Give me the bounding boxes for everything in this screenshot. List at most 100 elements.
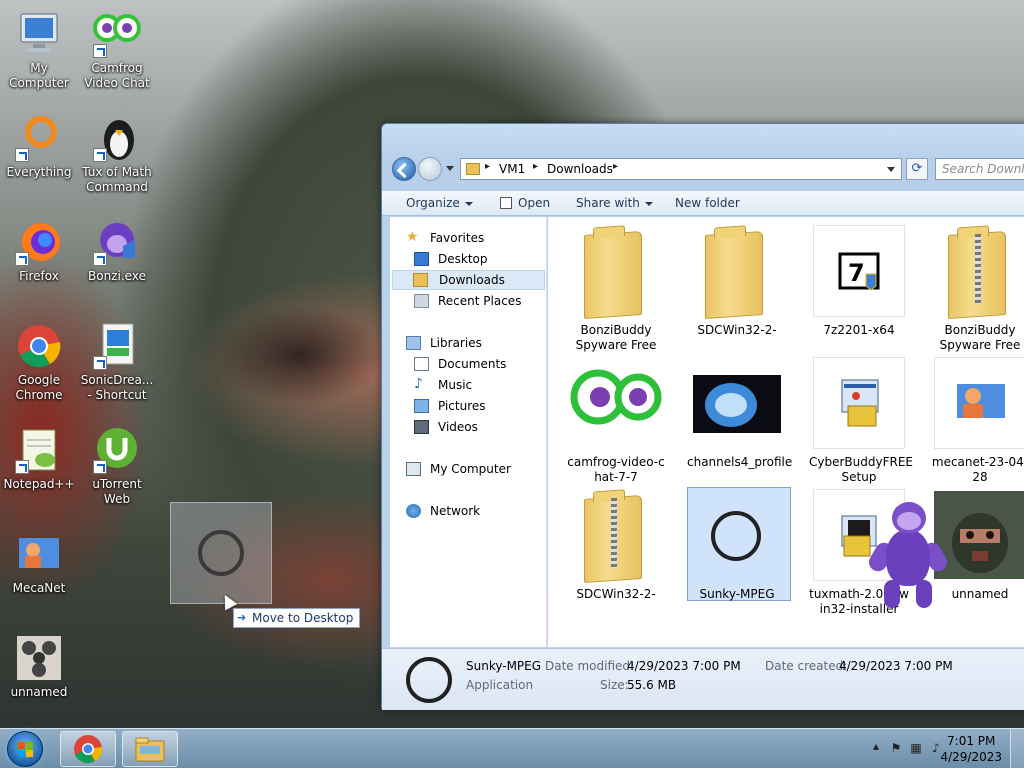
file-name: 7z2201-x64 <box>823 323 895 337</box>
chevron-right-icon: ▸ <box>613 161 619 172</box>
nav-item-videos[interactable]: Videos <box>414 418 544 438</box>
file-name: BonziBuddy Spyware Free <box>939 323 1021 352</box>
details-pane: Sunky-MPEG Application Date modified: 4/… <box>382 648 1024 710</box>
nav-label: Downloads <box>439 273 505 287</box>
file-item[interactable]: 7 7z2201-x64 <box>809 225 909 338</box>
details-file-name: Sunky-MPEG <box>466 659 542 673</box>
desktop-icon-my-computer[interactable]: My Computer <box>0 10 78 91</box>
taskbar-chrome-button[interactable] <box>60 731 116 767</box>
chevron-up-icon[interactable]: ▴ <box>868 739 884 755</box>
desktop-icon-unnamed[interactable]: unnamed <box>0 634 78 700</box>
utorrent-icon <box>93 426 141 474</box>
chevron-down-icon <box>464 201 473 206</box>
folder-icon <box>135 737 165 762</box>
taskbar-explorer-button[interactable] <box>122 731 178 767</box>
nav-item-pictures[interactable]: Pictures <box>414 397 544 417</box>
image-thumbnail <box>934 489 1024 581</box>
desktop-icon-chrome[interactable]: Google Chrome <box>0 322 78 403</box>
chevron-right-icon: ▸ <box>485 161 491 172</box>
start-button[interactable] <box>7 731 43 767</box>
file-item[interactable]: SDCWin32-2- <box>687 225 787 338</box>
action-center-icon[interactable]: ⚑ <box>888 741 904 757</box>
desktop-icon-sonicdream[interactable]: SonicDrea... - Shortcut <box>78 322 156 403</box>
address-bar[interactable]: ▸ VM1 ▸ Downloads ▸ <box>460 158 902 180</box>
star-icon: ★ <box>406 229 419 245</box>
file-name: BonziBuddy Spyware Free <box>575 323 657 352</box>
file-name: camfrog-video-chat-7-7 <box>567 455 665 484</box>
downloads-folder-icon <box>413 273 428 287</box>
file-item[interactable]: mecanet-23-04-28 <box>930 357 1024 485</box>
camfrog-icon <box>93 10 141 58</box>
file-item[interactable]: BonziBuddy Spyware Free <box>566 225 666 353</box>
folder-icon <box>584 230 642 320</box>
folder-icon <box>705 230 763 320</box>
new-folder-button[interactable]: New folder <box>675 196 740 210</box>
desktop-icon-label: Firefox <box>19 269 59 283</box>
back-button[interactable] <box>392 157 416 181</box>
image-icon <box>15 634 63 682</box>
nav-label: Pictures <box>438 399 486 413</box>
refresh-button[interactable]: ⟳ <box>906 158 928 180</box>
organize-button[interactable]: Organize <box>406 196 473 210</box>
open-icon <box>500 197 512 209</box>
clock-date: 4/29/2023 <box>940 750 1002 764</box>
desktop-icon-everything[interactable]: Everything <box>0 114 78 180</box>
desktop-icon-firefox[interactable]: Firefox <box>0 218 78 284</box>
ring-icon <box>406 657 452 703</box>
file-item-selected[interactable]: Sunky-MPEG <box>687 487 791 602</box>
nav-item-favorites[interactable]: ★ Favorites <box>406 229 536 249</box>
sonic-icon <box>93 322 141 370</box>
search-input[interactable]: Search Downloads <box>935 158 1024 180</box>
recent-pages-dropdown[interactable] <box>446 166 454 171</box>
breadcrumb-vm1[interactable]: VM1 <box>499 162 525 176</box>
desktop-icon-notepadpp[interactable]: Notepad++ <box>0 426 78 492</box>
nav-item-libraries[interactable]: Libraries <box>406 334 536 354</box>
network-icon[interactable]: ▦ <box>908 741 924 757</box>
desktop-icon-camfrog[interactable]: Camfrog Video Chat <box>78 10 156 91</box>
desktop-icon-label: uTorrent Web <box>92 477 142 506</box>
details-date-modified-label: Date modified: <box>545 659 635 673</box>
bonzibuddy-character[interactable] <box>865 502 951 612</box>
open-label: Open <box>518 196 551 210</box>
nav-item-recent-places[interactable]: Recent Places <box>414 292 544 312</box>
nav-label: Network <box>430 504 481 518</box>
nav-item-network[interactable]: Network <box>406 502 536 522</box>
file-item[interactable]: BonziBuddy Spyware Free <box>930 225 1024 353</box>
nav-item-downloads[interactable]: Downloads <box>392 270 545 290</box>
nav-item-documents[interactable]: Documents <box>414 355 544 375</box>
shortcut-arrow-icon <box>15 252 29 266</box>
navigation-pane: ★ Favorites Desktop Downloads Recent Pla… <box>390 217 547 647</box>
desktop-icon-mecanet[interactable]: MecaNet <box>0 530 78 596</box>
nav-label: Favorites <box>430 231 485 245</box>
breadcrumb-downloads[interactable]: Downloads <box>547 162 613 176</box>
file-list: BonziBuddy Spyware Free SDCWin32-2- 7 7z… <box>548 217 1024 647</box>
installer-icon <box>813 357 905 449</box>
open-button[interactable]: Open <box>500 196 550 210</box>
chevron-down-icon[interactable] <box>887 167 895 172</box>
desktop-icon-utorrent[interactable]: uTorrent Web <box>78 426 156 507</box>
forward-button[interactable] <box>418 157 442 181</box>
details-date-created: 4/29/2023 7:00 PM <box>839 659 953 673</box>
shortcut-arrow-icon <box>15 460 29 474</box>
file-item[interactable]: CyberBuddyFREE Setup <box>809 357 913 485</box>
file-item[interactable]: unnamed <box>930 489 1024 602</box>
show-desktop-button[interactable] <box>1010 729 1024 768</box>
file-item[interactable]: SDCWin32-2- <box>566 489 666 602</box>
desktop-icon-bonzi[interactable]: Bonzi.exe <box>78 218 156 284</box>
nav-item-desktop[interactable]: Desktop <box>414 250 544 270</box>
drag-tooltip: Move to Desktop <box>233 608 361 628</box>
nav-label: Music <box>438 378 473 392</box>
computer-icon <box>406 462 421 476</box>
explorer-window[interactable]: ▸ VM1 ▸ Downloads ▸ ⟳ Search Downloads O… <box>381 123 1024 710</box>
nav-item-my-computer[interactable]: My Computer <box>406 460 536 480</box>
file-item[interactable]: camfrog-video-chat-7-7 <box>566 357 666 485</box>
file-item[interactable]: channels4_profile <box>687 357 792 470</box>
share-with-button[interactable]: Share with <box>576 196 653 210</box>
desktop-icon-tux-math[interactable]: Tux of Math Command <box>78 114 156 195</box>
nav-item-music[interactable]: ♪ Music <box>414 376 544 396</box>
clock[interactable]: 7:01 PM 4/29/2023 <box>940 733 1002 765</box>
desktop-icon <box>414 252 429 266</box>
clock-time: 7:01 PM <box>947 734 996 748</box>
desktop-icon-label: SonicDrea... - Shortcut <box>80 373 154 402</box>
computer-icon <box>15 10 63 58</box>
